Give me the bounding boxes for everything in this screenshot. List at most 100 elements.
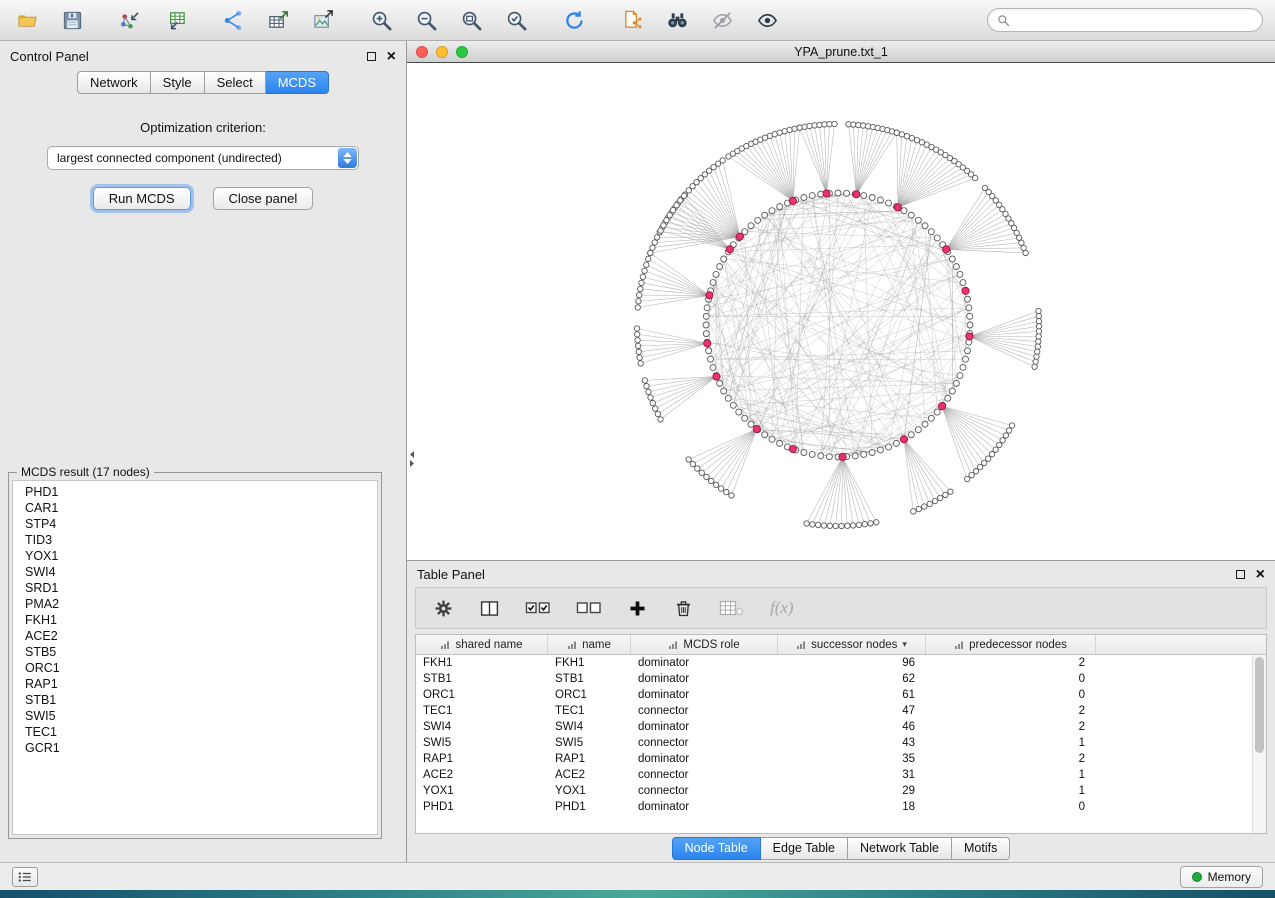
tab-mcds[interactable]: MCDS [266,71,329,94]
mcds-result-item[interactable]: PMA2 [13,596,377,612]
find-binoculars-icon[interactable] [662,5,692,35]
leaf-node[interactable] [856,522,861,527]
leaf-node[interactable] [654,235,659,240]
ring-node[interactable] [809,193,815,199]
ring-node[interactable] [710,364,716,370]
ring-node[interactable] [736,409,742,415]
mcds-result-item[interactable]: TID3 [13,532,377,548]
leaf-node[interactable] [658,228,663,233]
leaf-node[interactable] [661,223,666,228]
leaf-node[interactable] [635,332,640,337]
leaf-node[interactable] [681,193,686,198]
table-float-panel-icon[interactable] [1236,570,1245,579]
ring-node[interactable] [769,208,775,214]
ring-node[interactable] [908,432,914,438]
criterion-select[interactable]: largest connected component (undirected) [47,146,359,170]
leaf-node[interactable] [787,127,792,132]
zoom-in-icon[interactable] [366,5,396,35]
leaf-node[interactable] [1006,428,1011,433]
leaf-node[interactable] [1035,344,1040,349]
import-table-icon[interactable] [160,5,190,35]
dominator-node[interactable] [853,191,860,198]
ring-node[interactable] [964,296,970,302]
ring-node[interactable] [960,364,966,370]
column-header-predecessor-nodes[interactable]: predecessor nodes [926,635,1096,654]
leaf-node[interactable] [839,523,844,528]
leaf-node[interactable] [674,203,679,208]
ring-node[interactable] [704,305,710,311]
ring-node[interactable] [710,280,716,286]
leaf-node[interactable] [1021,245,1026,250]
leaf-node[interactable] [894,130,899,135]
leaf-node[interactable] [1036,329,1041,334]
ring-node[interactable] [762,432,768,438]
dominator-node[interactable] [894,204,901,211]
dominator-node[interactable] [943,246,950,253]
leaf-node[interactable] [810,522,815,527]
ring-node[interactable] [852,453,858,459]
ring-node[interactable] [915,217,921,223]
dominator-node[interactable] [789,197,796,204]
export-table-icon[interactable] [263,5,293,35]
leaf-node[interactable] [713,482,718,487]
leaf-node[interactable] [815,522,820,527]
ring-node[interactable] [957,271,963,277]
zoom-out-icon[interactable] [411,5,441,35]
ring-node[interactable] [762,212,768,218]
tab-style[interactable]: Style [151,71,205,94]
window-minimize-light[interactable] [436,46,448,58]
leaf-node[interactable] [1000,438,1005,443]
leaf-node[interactable] [943,492,948,497]
delete-column-trash-icon[interactable] [673,598,694,619]
table-row[interactable]: FKH1FKH1dominator962 [416,655,1266,671]
leaf-node[interactable] [821,523,826,528]
leaf-node[interactable] [927,501,932,506]
leaf-node[interactable] [638,361,643,366]
ring-node[interactable] [957,373,963,379]
ring-node[interactable] [953,380,959,386]
dominator-node[interactable] [706,292,713,299]
leaf-node[interactable] [718,486,723,491]
column-header-shared-name[interactable]: shared name [416,635,548,654]
leaf-node[interactable] [646,256,651,261]
ring-node[interactable] [809,451,815,457]
ring-node[interactable] [922,421,928,427]
tab-network-table[interactable]: Network Table [848,837,952,860]
leaf-node[interactable] [704,474,709,479]
leaf-node[interactable] [699,470,704,475]
leaf-node[interactable] [1036,313,1041,318]
leaf-node[interactable] [664,217,669,222]
leaf-node[interactable] [729,493,734,498]
leaf-node[interactable] [1036,339,1041,344]
ring-node[interactable] [922,223,928,229]
ring-node[interactable] [703,331,709,337]
leaf-node[interactable] [640,274,645,279]
leaf-node[interactable] [639,280,644,285]
leaf-node[interactable] [720,158,725,163]
mcds-result-item[interactable]: ORC1 [13,660,377,676]
table-row[interactable]: TEC1TEC1connector472 [416,703,1266,719]
mcds-result-item[interactable]: ACE2 [13,628,377,644]
table-row[interactable]: STB1STB1dominator620 [416,671,1266,687]
leaf-node[interactable] [1034,354,1039,359]
ring-node[interactable] [861,193,867,199]
ring-node[interactable] [835,190,841,196]
leaf-node[interactable] [648,395,653,400]
ring-node[interactable] [730,402,736,408]
leaf-node[interactable] [667,212,672,217]
dominator-node[interactable] [823,190,830,197]
save-session-icon[interactable] [57,5,87,35]
leaf-node[interactable] [862,522,867,527]
float-panel-icon[interactable] [367,52,376,61]
leaf-node[interactable] [1036,318,1041,323]
ring-node[interactable] [742,415,748,421]
leaf-node[interactable] [648,250,653,255]
ring-node[interactable] [755,217,761,223]
table-vertical-scrollbar[interactable] [1252,655,1266,833]
ring-node[interactable] [748,223,754,229]
ring-node[interactable] [777,204,783,210]
scrollbar-thumb[interactable] [1255,657,1264,753]
tab-select[interactable]: Select [205,71,266,94]
leaf-node[interactable] [985,456,990,461]
task-history-button[interactable] [12,867,38,887]
